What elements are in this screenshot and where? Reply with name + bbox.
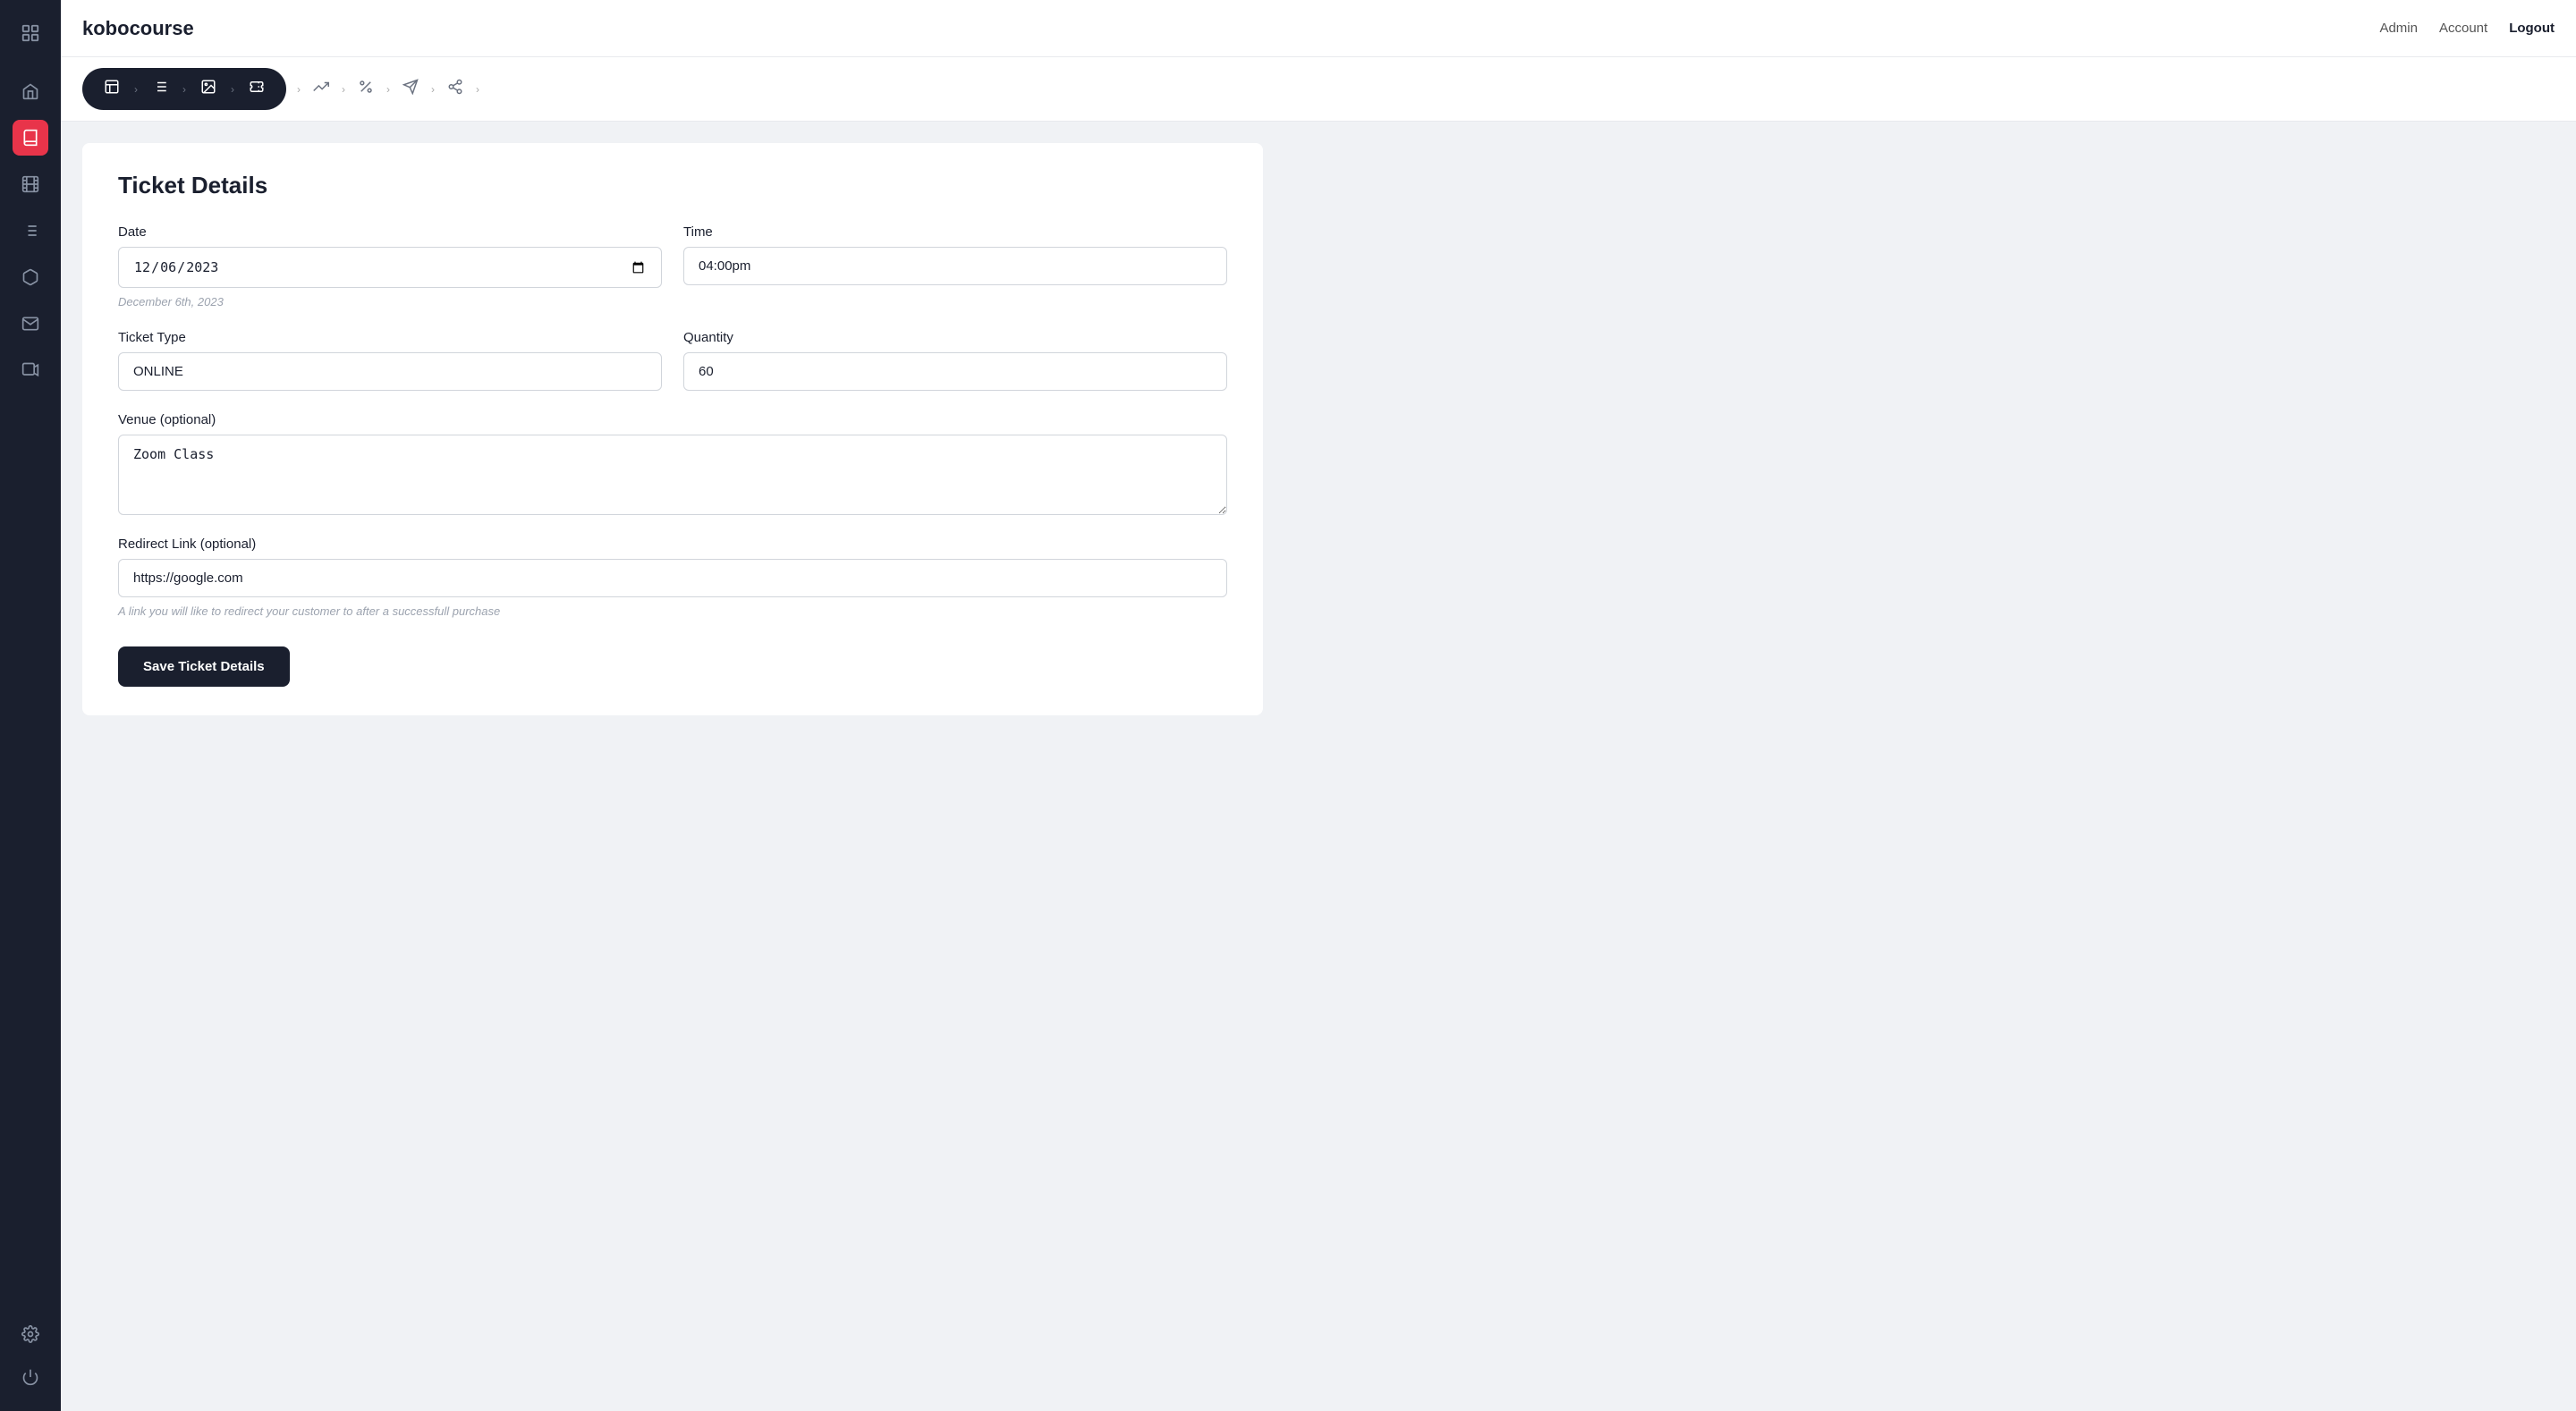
venue-input[interactable] <box>118 435 1227 515</box>
date-group: Date December 6th, 2023 <box>118 224 662 308</box>
logout-link[interactable]: Logout <box>2509 21 2555 36</box>
ticket-type-group: Ticket Type <box>118 330 662 391</box>
wizard-step-share[interactable] <box>438 75 472 103</box>
save-ticket-button[interactable]: Save Ticket Details <box>118 646 290 687</box>
logo: kobocourse <box>82 17 2379 40</box>
wizard-step-ticket[interactable] <box>242 75 272 103</box>
ticket-type-input[interactable] <box>118 352 662 391</box>
date-note: December 6th, 2023 <box>118 295 662 308</box>
arrow-2: › <box>179 83 190 96</box>
wizard-step-discount[interactable] <box>349 75 383 103</box>
time-label: Time <box>683 224 1227 240</box>
wizard-step-outline[interactable] <box>145 75 175 103</box>
redirect-hint: A link you will like to redirect your cu… <box>118 604 1227 618</box>
topnav-links: Admin Account Logout <box>2379 21 2555 36</box>
redirect-group: Redirect Link (optional) A link you will… <box>118 537 1227 618</box>
quantity-group: Quantity <box>683 330 1227 391</box>
arrow-1: › <box>131 83 141 96</box>
wizard-step-invite[interactable] <box>394 75 428 103</box>
admin-link[interactable]: Admin <box>2379 21 2418 36</box>
time-group: Time <box>683 224 1227 308</box>
wizard-step-details[interactable] <box>97 75 127 103</box>
arrow-7: › <box>428 83 438 96</box>
sidebar-item-power[interactable] <box>13 1359 48 1395</box>
ticket-icon <box>242 75 272 103</box>
sidebar <box>0 0 61 1411</box>
arrow-3: › <box>227 83 238 96</box>
date-time-row: Date December 6th, 2023 Time <box>118 224 1227 308</box>
arrow-4: › <box>293 83 304 96</box>
invite-icon <box>394 75 428 103</box>
venue-group: Venue (optional) <box>118 412 1227 515</box>
sidebar-item-film[interactable] <box>13 166 48 202</box>
main-area: kobocourse Admin Account Logout › › <box>61 0 2576 1411</box>
form-card: Ticket Details Date December 6th, 2023 T… <box>82 143 1263 715</box>
wizard-bar: › › › › <box>61 57 2576 122</box>
sidebar-item-box[interactable] <box>13 259 48 295</box>
redirect-input[interactable] <box>118 559 1227 597</box>
quantity-input[interactable] <box>683 352 1227 391</box>
sidebar-item-book[interactable] <box>13 120 48 156</box>
ticket-type-label: Ticket Type <box>118 330 662 345</box>
stats-icon <box>304 75 338 103</box>
outline-icon <box>145 75 175 103</box>
date-input[interactable] <box>118 247 662 288</box>
sidebar-item-settings[interactable] <box>13 1316 48 1352</box>
arrow-5: › <box>338 83 349 96</box>
sidebar-item-video[interactable] <box>13 352 48 388</box>
date-label: Date <box>118 224 662 240</box>
wizard-step-media[interactable] <box>193 75 224 103</box>
sidebar-item-mail[interactable] <box>13 306 48 342</box>
wizard-inactive-steps: › › › › <box>286 75 2555 103</box>
venue-label: Venue (optional) <box>118 412 1227 427</box>
account-link[interactable]: Account <box>2439 21 2487 36</box>
media-icon <box>193 75 224 103</box>
arrow-6: › <box>383 83 394 96</box>
form-title: Ticket Details <box>118 172 1227 199</box>
grid-icon[interactable] <box>12 14 49 57</box>
content-area: Ticket Details Date December 6th, 2023 T… <box>61 122 2576 1411</box>
arrow-8: › <box>472 83 483 96</box>
discount-icon <box>349 75 383 103</box>
wizard-step-stats[interactable] <box>304 75 338 103</box>
type-quantity-row: Ticket Type Quantity <box>118 330 1227 391</box>
time-input[interactable] <box>683 247 1227 285</box>
quantity-label: Quantity <box>683 330 1227 345</box>
share-icon <box>438 75 472 103</box>
sidebar-item-list[interactable] <box>13 213 48 249</box>
wizard-active-steps: › › › <box>82 68 286 110</box>
sidebar-item-home[interactable] <box>13 73 48 109</box>
logo-text2: course <box>130 17 194 39</box>
logo-text1: kobo <box>82 17 130 39</box>
topnav: kobocourse Admin Account Logout <box>61 0 2576 57</box>
redirect-label: Redirect Link (optional) <box>118 537 1227 552</box>
details-icon <box>97 75 127 103</box>
